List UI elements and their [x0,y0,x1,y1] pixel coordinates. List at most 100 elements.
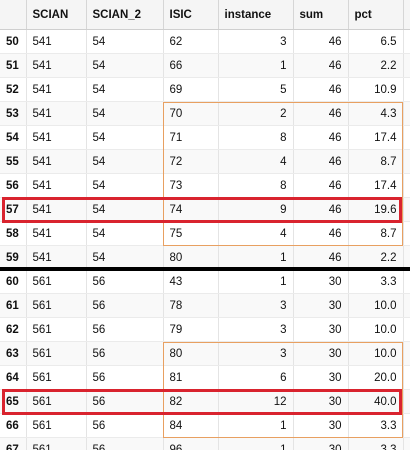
cell-extra [403,365,410,390]
cell-instance: 6 [218,365,294,390]
table-row: 61 561 56 78 3 30 10.0 [0,293,410,318]
cell-instance: 1 [218,269,294,294]
cell-isic: 75 [163,221,219,246]
cell-sum: 46 [293,53,349,78]
cell-extra [403,29,410,54]
cell-isic: 82 [163,389,219,414]
cell-pct: 6.5 [348,29,404,54]
cell-sum: 46 [293,245,349,270]
cell-sum: 46 [293,77,349,102]
row-number-cell: 59 [0,245,27,270]
cell-scian: 541 [26,149,87,174]
row-number-cell: 58 [0,221,27,246]
cell-extra [403,389,410,414]
row-number-cell: 65 [0,389,27,414]
cell-instance: 3 [218,29,294,54]
cell-pct: 19.6 [348,197,404,222]
cell-sum: 30 [293,437,349,450]
row-number-cell: 64 [0,365,27,390]
column-header-label: sum [299,8,324,21]
cell-scian-2: 56 [86,437,164,450]
cell-extra [403,101,410,126]
cell-instance: 4 [218,149,294,174]
cell-sum: 46 [293,149,349,174]
cell-sum: 30 [293,317,349,342]
cell-instance: 4 [218,221,294,246]
cell-pct: 10.0 [348,341,404,366]
column-header-label: SCIAN_2 [92,8,142,21]
cell-isic: 79 [163,317,219,342]
cell-extra [403,197,410,222]
column-header-n[interactable]: n [403,0,410,30]
cell-pct: 10.0 [348,293,404,318]
table-row: 58 541 54 75 4 46 8.7 [0,221,410,246]
column-header-scian-2[interactable]: SCIAN_2 [86,0,164,30]
row-number-cell: 67 [0,437,27,450]
cell-isic: 80 [163,341,219,366]
column-header-sum[interactable]: sum [293,0,349,30]
cell-scian-2: 54 [86,29,164,54]
row-number-cell: 53 [0,101,27,126]
cell-isic: 66 [163,53,219,78]
cell-sum: 30 [293,413,349,438]
cell-instance: 8 [218,125,294,150]
cell-pct: 4.3 [348,101,404,126]
cell-scian-2: 54 [86,221,164,246]
cell-scian-2: 56 [86,293,164,318]
cell-scian: 561 [26,389,87,414]
cell-scian: 561 [26,269,87,294]
cell-isic: 84 [163,413,219,438]
row-number-cell: 52 [0,77,27,102]
column-header-label: pct [354,8,372,21]
table-row: 51 541 54 66 1 46 2.2 [0,53,410,78]
column-header-label: instance [224,8,272,21]
cell-instance: 3 [218,317,294,342]
column-header-instance[interactable]: instance [218,0,294,30]
table-row: 52 541 54 69 5 46 10.9 [0,77,410,102]
table-row: 60 561 56 43 1 30 3.3 [0,269,410,294]
cell-sum: 30 [293,389,349,414]
cell-pct: 10.0 [348,317,404,342]
column-header-pct[interactable]: pct [348,0,404,30]
cell-sum: 46 [293,101,349,126]
row-number-cell: 63 [0,341,27,366]
cell-isic: 69 [163,77,219,102]
column-header-scian[interactable]: SCIAN [26,0,87,30]
cell-scian: 561 [26,317,87,342]
cell-instance: 5 [218,77,294,102]
cell-isic: 81 [163,365,219,390]
cell-instance: 9 [218,197,294,222]
cell-sum: 30 [293,365,349,390]
table-row: 67 561 56 96 1 30 3.3 [0,437,410,450]
table-row: 66 561 56 84 1 30 3.3 [0,413,410,438]
row-number-cell: 54 [0,125,27,150]
cell-instance: 12 [218,389,294,414]
table-row: 55 541 54 72 4 46 8.7 [0,149,410,174]
row-number-cell: 62 [0,317,27,342]
cell-sum: 46 [293,125,349,150]
cell-extra [403,125,410,150]
data-table: SCIAN SCIAN_2 ISIC instance sum pct n 50… [0,0,410,450]
row-number-cell: 56 [0,173,27,198]
cell-scian-2: 54 [86,125,164,150]
table-row: 65 561 56 82 12 30 40.0 [0,389,410,414]
cell-pct: 40.0 [348,389,404,414]
cell-sum: 30 [293,269,349,294]
cell-extra [403,437,410,450]
cell-extra [403,53,410,78]
table-row: 54 541 54 71 8 46 17.4 [0,125,410,150]
column-header-label: SCIAN [32,8,69,21]
cell-scian: 561 [26,413,87,438]
table-row: 64 561 56 81 6 30 20.0 [0,365,410,390]
cell-sum: 46 [293,197,349,222]
cell-scian: 541 [26,29,87,54]
cell-scian: 541 [26,197,87,222]
column-header-isic[interactable]: ISIC [163,0,219,30]
cell-pct: 2.2 [348,53,404,78]
cell-extra [403,269,410,294]
cell-scian: 541 [26,221,87,246]
cell-scian-2: 56 [86,341,164,366]
cell-pct: 17.4 [348,173,404,198]
cell-scian-2: 54 [86,101,164,126]
column-header-label: ISIC [169,8,192,21]
